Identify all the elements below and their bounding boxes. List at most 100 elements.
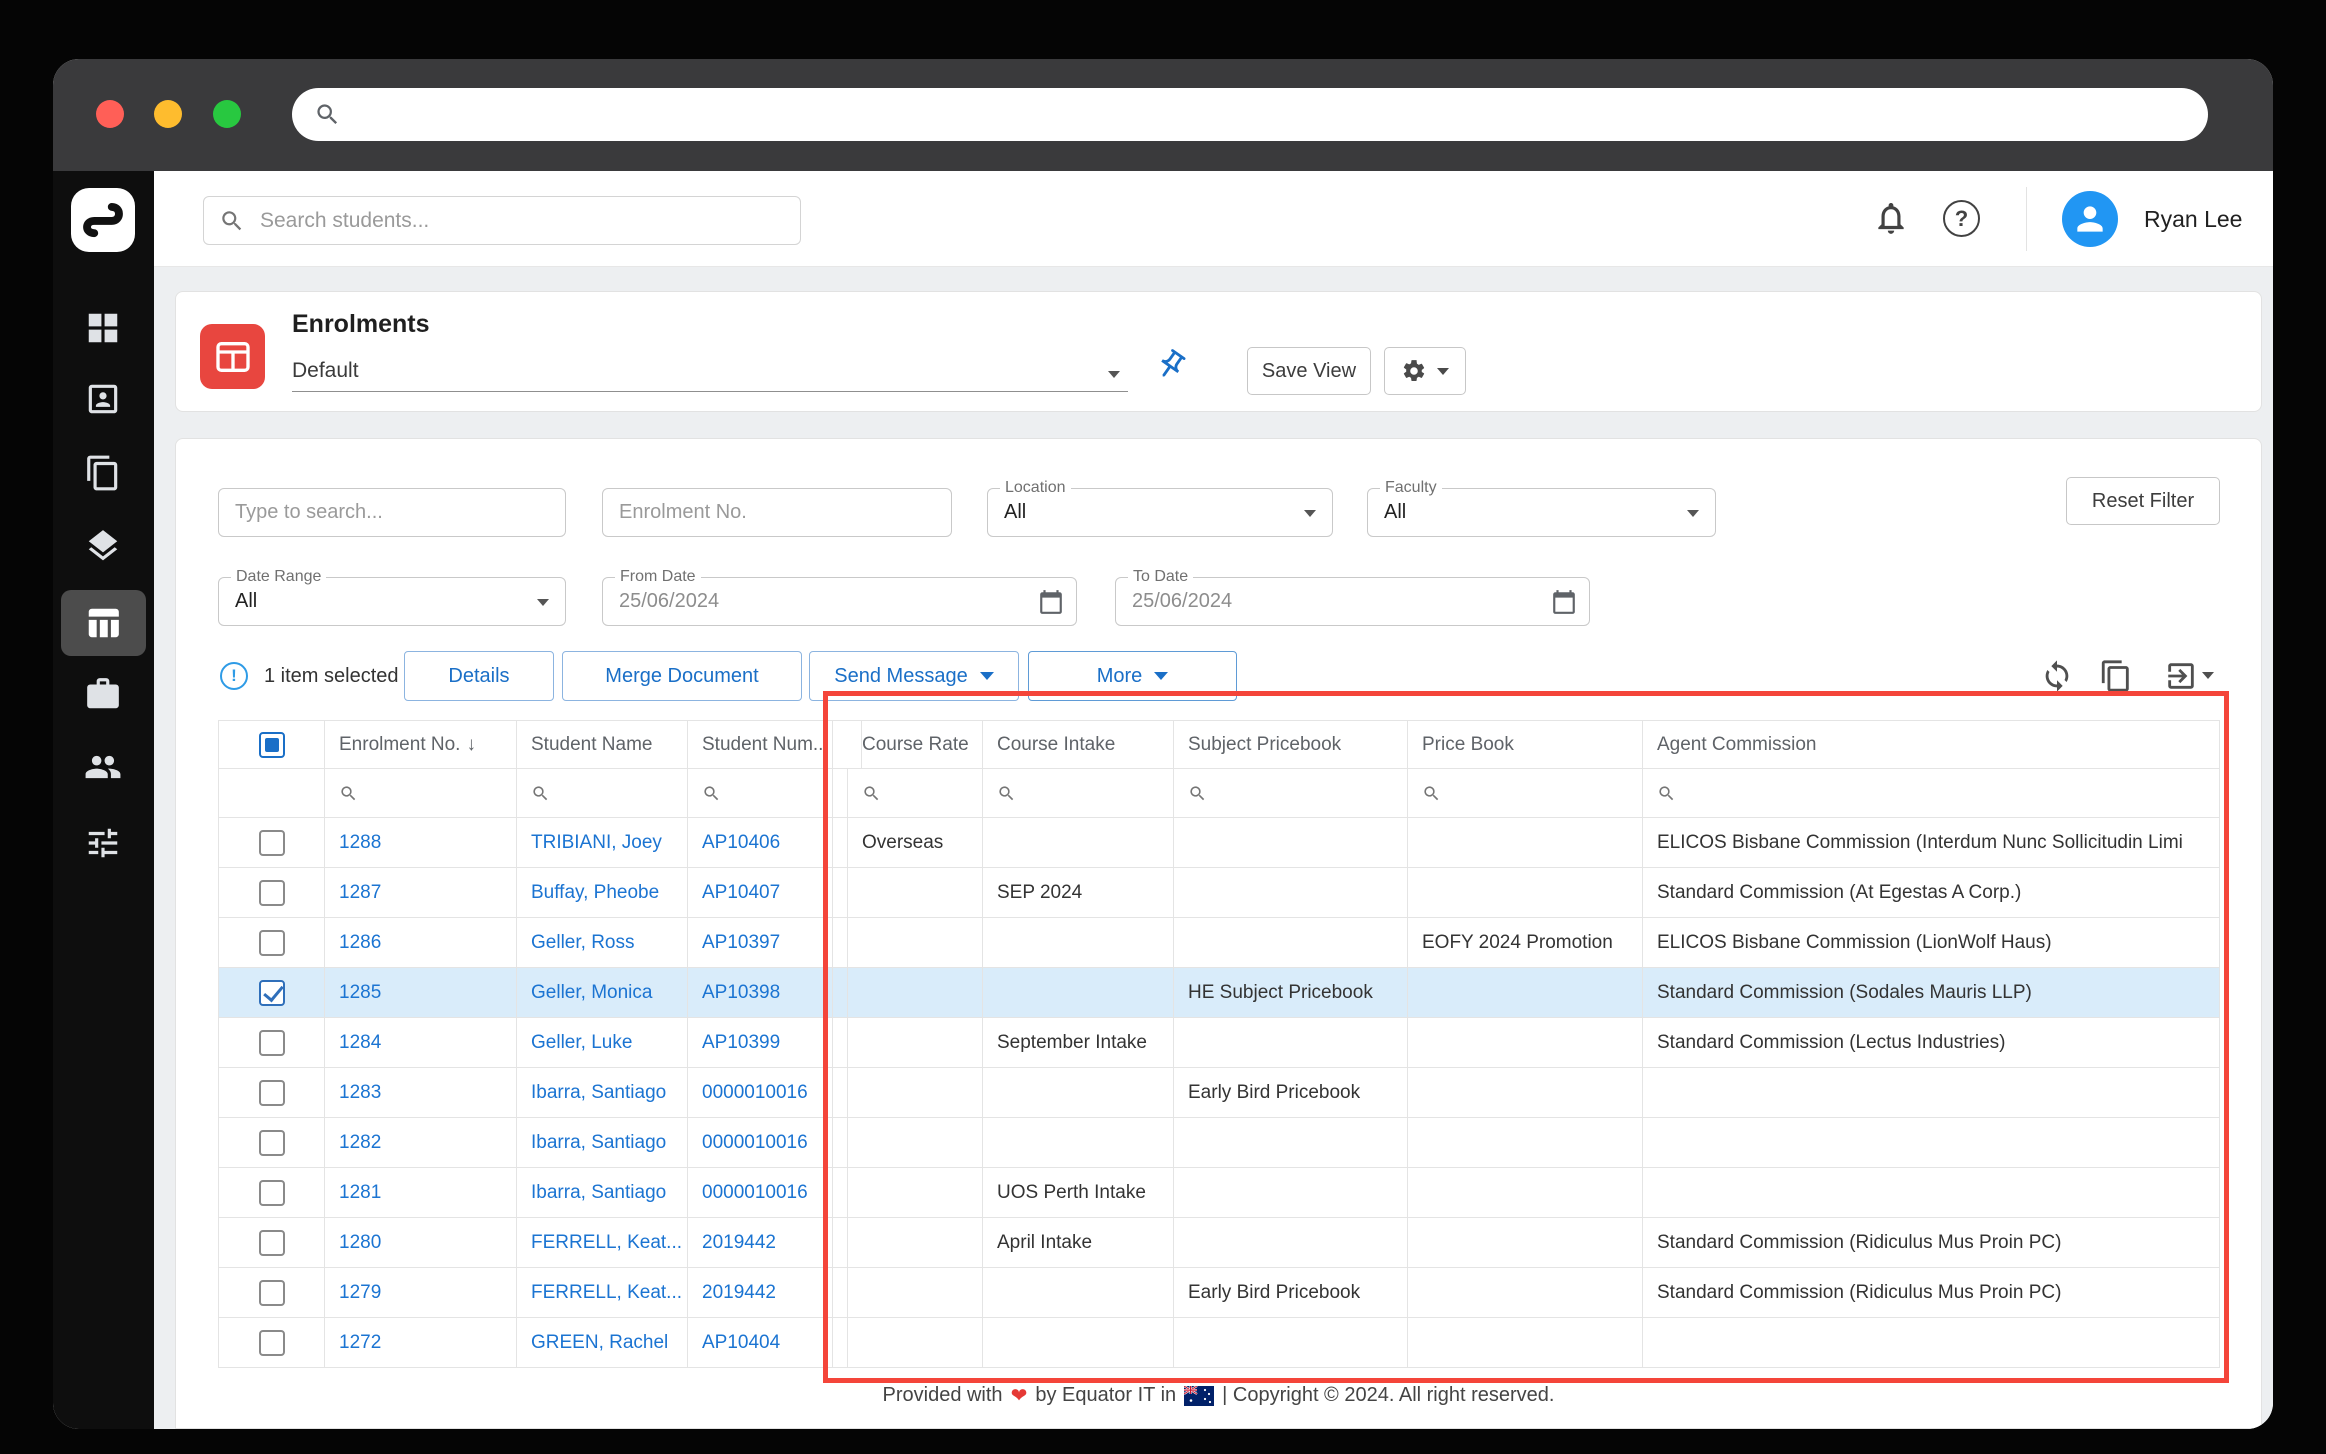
- student-number-link[interactable]: 2019442: [688, 1218, 833, 1267]
- student-number-link[interactable]: AP10398: [688, 968, 833, 1017]
- enrolment-link[interactable]: 1279: [325, 1268, 517, 1317]
- enrolment-no-input[interactable]: [603, 489, 951, 536]
- column-filter-student-name[interactable]: [517, 769, 688, 817]
- student-name-link[interactable]: Ibarra, Santiago: [517, 1168, 688, 1217]
- from-date-field[interactable]: From Date 25/06/2024: [602, 577, 1077, 626]
- student-search-input[interactable]: [204, 197, 800, 244]
- student-number-link[interactable]: AP10407: [688, 868, 833, 917]
- notifications-icon[interactable]: [1872, 199, 1910, 237]
- column-filter-subject-pricebook[interactable]: [1174, 769, 1408, 817]
- column-filter-course-intake[interactable]: [983, 769, 1174, 817]
- column-filter-agent-commission[interactable]: [1643, 769, 2220, 817]
- enrolment-link[interactable]: 1284: [325, 1018, 517, 1067]
- enrolment-link[interactable]: 1285: [325, 968, 517, 1017]
- equator-logo[interactable]: [71, 188, 135, 252]
- table-row[interactable]: 1280 FERRELL, Keat... 2019442 April Inta…: [219, 1218, 2219, 1268]
- enrolments-icon[interactable]: [84, 604, 122, 642]
- export-icon[interactable]: [2164, 659, 2198, 693]
- fullscreen-button[interactable]: [213, 100, 241, 128]
- enrolment-link[interactable]: 1280: [325, 1218, 517, 1267]
- student-number-link[interactable]: AP10399: [688, 1018, 833, 1067]
- column-filter-enrolment[interactable]: [325, 769, 517, 817]
- user-avatar[interactable]: [2062, 191, 2118, 247]
- row-checkbox[interactable]: [259, 1130, 285, 1156]
- col-course-rate[interactable]: Course Rate: [848, 721, 983, 768]
- select-all-checkbox[interactable]: [259, 732, 285, 758]
- student-number-link[interactable]: 2019442: [688, 1268, 833, 1317]
- student-number-link[interactable]: 0000010016: [688, 1118, 833, 1167]
- location-select[interactable]: Location All: [987, 488, 1333, 537]
- student-name-link[interactable]: GREEN, Rachel: [517, 1318, 688, 1367]
- col-student-name[interactable]: Student Name: [517, 721, 688, 768]
- student-name-link[interactable]: Geller, Monica: [517, 968, 688, 1017]
- table-row[interactable]: 1288 TRIBIANI, Joey AP10406 Overseas ELI…: [219, 818, 2219, 868]
- col-subject-pricebook[interactable]: Subject Pricebook: [1174, 721, 1408, 768]
- table-row[interactable]: 1284 Geller, Luke AP10399 September Inta…: [219, 1018, 2219, 1068]
- student-number-link[interactable]: AP10404: [688, 1318, 833, 1367]
- row-checkbox[interactable]: [259, 1030, 285, 1056]
- reset-filter-button[interactable]: Reset Filter: [2066, 477, 2220, 525]
- pin-view-icon[interactable]: [1154, 348, 1188, 382]
- table-row[interactable]: 1279 FERRELL, Keat... 2019442 Early Bird…: [219, 1268, 2219, 1318]
- settings-icon[interactable]: [84, 824, 122, 862]
- refresh-icon[interactable]: [2040, 659, 2074, 693]
- row-checkbox[interactable]: [259, 980, 285, 1006]
- contacts-icon[interactable]: [84, 380, 122, 418]
- save-view-button[interactable]: Save View: [1247, 347, 1371, 395]
- enrolment-link[interactable]: 1287: [325, 868, 517, 917]
- agents-icon[interactable]: [84, 748, 122, 786]
- col-course-intake[interactable]: Course Intake: [983, 721, 1174, 768]
- student-name-link[interactable]: Geller, Ross: [517, 918, 688, 967]
- documents-icon[interactable]: [84, 454, 122, 492]
- column-filter-student-number[interactable]: [688, 769, 833, 817]
- row-checkbox[interactable]: [259, 830, 285, 856]
- to-date-field[interactable]: To Date 25/06/2024: [1115, 577, 1590, 626]
- calendar-icon[interactable]: [1038, 589, 1064, 615]
- quick-search-input[interactable]: [219, 489, 565, 536]
- row-checkbox[interactable]: [259, 1080, 285, 1106]
- table-row[interactable]: 1287 Buffay, Pheobe AP10407 SEP 2024 Sta…: [219, 868, 2219, 918]
- copy-grid-icon[interactable]: [2099, 659, 2133, 693]
- close-button[interactable]: [96, 100, 124, 128]
- row-checkbox[interactable]: [259, 1280, 285, 1306]
- column-filter-price-book[interactable]: [1408, 769, 1643, 817]
- col-agent-commission[interactable]: Agent Commission: [1643, 721, 2220, 768]
- view-selector[interactable]: Default: [292, 350, 1128, 392]
- minimize-button[interactable]: [154, 100, 182, 128]
- student-number-link[interactable]: AP10406: [688, 818, 833, 867]
- enrolment-link[interactable]: 1288: [325, 818, 517, 867]
- enrolment-link[interactable]: 1283: [325, 1068, 517, 1117]
- student-number-link[interactable]: 0000010016: [688, 1168, 833, 1217]
- student-number-link[interactable]: 0000010016: [688, 1068, 833, 1117]
- student-name-link[interactable]: Ibarra, Santiago: [517, 1118, 688, 1167]
- courses-icon[interactable]: [84, 527, 122, 565]
- view-settings-button[interactable]: [1384, 347, 1466, 395]
- dashboard-icon[interactable]: [84, 309, 122, 347]
- enrolment-link[interactable]: 1282: [325, 1118, 517, 1167]
- table-row[interactable]: 1285 Geller, Monica AP10398 HE Subject P…: [219, 968, 2219, 1018]
- student-name-link[interactable]: Buffay, Pheobe: [517, 868, 688, 917]
- enrolment-link[interactable]: 1286: [325, 918, 517, 967]
- calendar-icon[interactable]: [1551, 589, 1577, 615]
- col-enrolment-no[interactable]: Enrolment No.↓: [325, 721, 517, 768]
- browser-address-bar[interactable]: [292, 88, 2208, 141]
- student-name-link[interactable]: FERRELL, Keat...: [517, 1268, 688, 1317]
- student-name-link[interactable]: TRIBIANI, Joey: [517, 818, 688, 867]
- col-price-book[interactable]: Price Book: [1408, 721, 1643, 768]
- row-checkbox[interactable]: [259, 1330, 285, 1356]
- col-student-number[interactable]: Student Num...: [688, 721, 833, 768]
- date-range-select[interactable]: Date Range All: [218, 577, 566, 626]
- student-name-link[interactable]: Geller, Luke: [517, 1018, 688, 1067]
- column-filter-course-rate[interactable]: [848, 769, 983, 817]
- send-message-button[interactable]: Send Message: [809, 651, 1019, 701]
- row-checkbox[interactable]: [259, 1180, 285, 1206]
- student-name-link[interactable]: FERRELL, Keat...: [517, 1218, 688, 1267]
- enrolment-link[interactable]: 1281: [325, 1168, 517, 1217]
- faculty-select[interactable]: Faculty All: [1367, 488, 1716, 537]
- more-button[interactable]: More: [1028, 651, 1237, 701]
- table-row[interactable]: 1272 GREEN, Rachel AP10404: [219, 1318, 2219, 1368]
- student-number-link[interactable]: AP10397: [688, 918, 833, 967]
- chevron-down-icon[interactable]: [2202, 672, 2214, 679]
- table-row[interactable]: 1281 Ibarra, Santiago 0000010016 UOS Per…: [219, 1168, 2219, 1218]
- services-icon[interactable]: [84, 675, 122, 713]
